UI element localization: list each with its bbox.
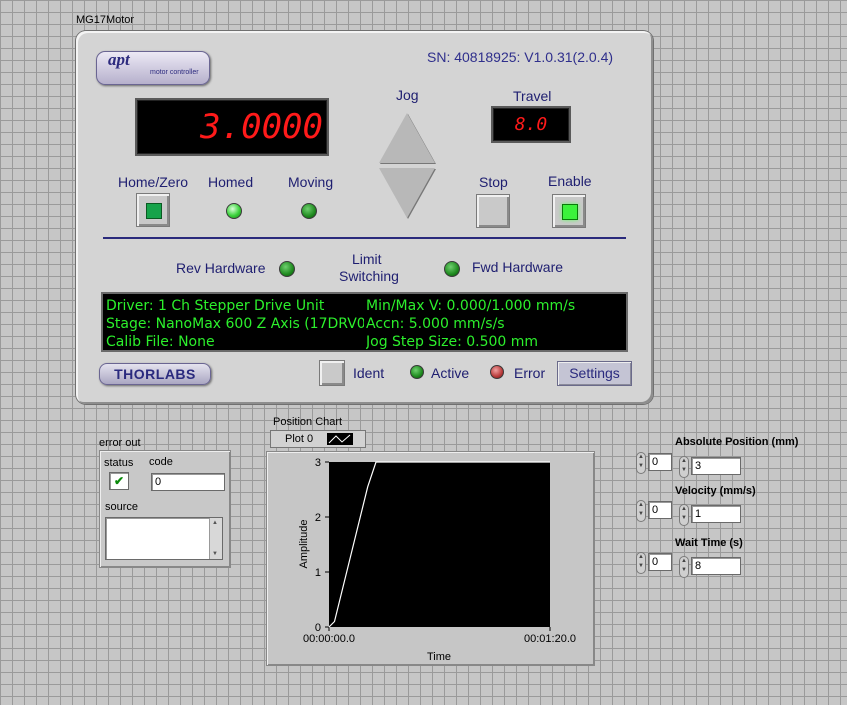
- wait-time-index[interactable]: 0: [648, 553, 672, 571]
- status-label: status: [104, 457, 134, 469]
- code-label: code: [149, 456, 173, 468]
- limit-label: Limit: [352, 251, 382, 267]
- abs-position-label: Absolute Position (mm): [675, 436, 799, 448]
- jog-down-button[interactable]: [379, 168, 435, 218]
- velocity-label: Velocity (mm/s): [675, 485, 756, 497]
- x-axis-label: Time: [427, 651, 451, 663]
- x-tick-label: 00:01:20.0: [524, 633, 576, 645]
- wait-time-spinner[interactable]: ▲ ▼: [679, 556, 689, 578]
- status-check-icon[interactable]: ✔: [109, 472, 129, 490]
- y-tick-label: 2: [315, 512, 321, 524]
- rev-hardware-label: Rev Hardware: [176, 260, 266, 276]
- thorlabs-logo: THORLABS: [99, 363, 211, 385]
- vi-label: MG17Motor: [76, 14, 135, 26]
- fwd-hardware-label: Fwd Hardware: [472, 259, 564, 275]
- enable-label: Enable: [548, 173, 592, 189]
- wait-time-field[interactable]: 8: [691, 557, 741, 575]
- chart-svg: 012300:00:00.0 00:01:20.0 Amplitude Time: [298, 457, 576, 663]
- jog-up-button[interactable]: [379, 113, 435, 163]
- abs-position-spinner[interactable]: ▲ ▼: [679, 456, 689, 478]
- chart-title: Position Chart: [273, 416, 343, 428]
- error-out-title: error out: [99, 437, 141, 449]
- apt-logo-text: apt: [108, 50, 130, 69]
- active-led: [410, 365, 424, 379]
- settings-button[interactable]: Settings: [557, 361, 632, 386]
- moving-label: Moving: [288, 174, 334, 190]
- stop-label: Stop: [479, 174, 508, 190]
- source-field[interactable]: ▲ ▼: [105, 517, 223, 560]
- legend-label: Plot 0: [285, 433, 314, 445]
- enable-indicator: [562, 204, 578, 220]
- scroll-up-icon[interactable]: ▲: [212, 520, 218, 526]
- jogstep-text: Jog Step Size: 0.500 mm: [366, 334, 539, 350]
- abs-position-index-spinner[interactable]: ▲ ▼: [636, 452, 646, 474]
- source-scrollbar[interactable]: ▲ ▼: [209, 518, 222, 559]
- moving-led: [301, 203, 317, 219]
- info-right-column: Min/Max V: 0.000/1.000 mm/s Accn: 5.000 …: [366, 297, 624, 351]
- ident-button[interactable]: [319, 360, 345, 386]
- x-tick-label: 00:00:00.0: [303, 633, 355, 645]
- plot-area: [329, 462, 550, 627]
- error-label: Error: [514, 365, 546, 381]
- wait-time-index-spinner[interactable]: ▲ ▼: [636, 552, 646, 574]
- legend-line-icon: [328, 434, 351, 444]
- velocity-index-spinner[interactable]: ▲ ▼: [636, 500, 646, 522]
- info-display: Driver: 1 Ch Stepper Drive Unit Stage: N…: [103, 294, 626, 350]
- y-tick-label: 3: [315, 457, 321, 469]
- error-led: [490, 365, 504, 379]
- position-display: 3.0000: [137, 100, 327, 154]
- position-chart: 0 1 2 3 00:00:00.0 00:01:20.0 Amplitude Time: [267, 452, 594, 665]
- legend-swatch-icon: [327, 433, 353, 445]
- wait-time-label: Wait Time (s): [675, 537, 743, 549]
- scroll-down-icon[interactable]: ▼: [212, 551, 218, 557]
- enable-button[interactable]: [552, 194, 586, 228]
- apt-logo-subtitle: motor controller: [150, 69, 199, 76]
- travel-display: 8.0: [493, 108, 569, 141]
- travel-label: Travel: [513, 88, 552, 104]
- calib-text: Calib File: None: [106, 334, 215, 350]
- homed-label: Homed: [208, 174, 254, 190]
- active-label: Active: [431, 365, 470, 381]
- minmax-text: Min/Max V: 0.000/1.000 mm/s: [366, 298, 576, 314]
- code-field[interactable]: 0: [151, 473, 225, 491]
- serial-number: SN: 40818925: V1.0.31(2.0.4): [427, 49, 614, 65]
- home-zero-button[interactable]: [136, 193, 170, 227]
- y-axis-label: Amplitude: [298, 520, 310, 569]
- velocity-field[interactable]: 1: [691, 505, 741, 523]
- home-zero-label: Home/Zero: [118, 174, 189, 190]
- velocity-spinner[interactable]: ▲ ▼: [679, 504, 689, 526]
- abs-position-index[interactable]: 0: [648, 453, 672, 471]
- accn-text: Accn: 5.000 mm/s/s: [366, 316, 505, 332]
- abs-position-field[interactable]: 3: [691, 457, 741, 475]
- homed-led: [226, 203, 242, 219]
- ident-label: Ident: [353, 365, 385, 381]
- driver-text: Driver: 1 Ch Stepper Drive Unit: [106, 298, 325, 314]
- home-zero-indicator: [146, 203, 162, 219]
- velocity-index[interactable]: 0: [648, 501, 672, 519]
- panel-divider: [103, 237, 626, 239]
- source-label: source: [105, 501, 139, 513]
- stop-button[interactable]: [476, 194, 510, 228]
- plot-legend[interactable]: Plot 0: [270, 430, 366, 448]
- y-tick-label: 1: [315, 567, 321, 579]
- rev-hardware-led: [279, 261, 295, 277]
- jog-label: Jog: [396, 87, 419, 103]
- fwd-hardware-led: [444, 261, 460, 277]
- switching-label: Switching: [339, 268, 399, 284]
- info-left-column: Driver: 1 Ch Stepper Drive Unit Stage: N…: [106, 297, 364, 351]
- stage-text: Stage: NanoMax 600 Z Axis (17DRV0: [106, 316, 364, 332]
